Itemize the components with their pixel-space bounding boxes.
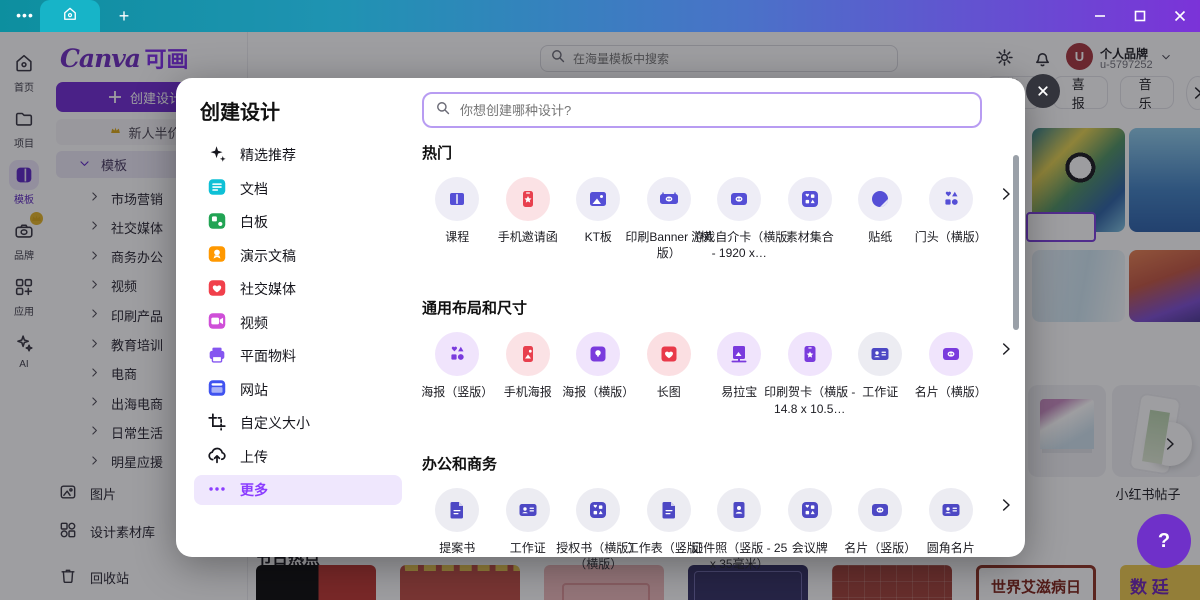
design-type-证件照（竖版 - 25 x 35毫米）[interactable]: 证件照（竖版 - 25 x 35毫米） [704, 488, 775, 572]
modal-content: 热门课程手机邀请函KT板印刷Banner（横版）游戏自介卡（横版 - 1920 … [422, 142, 1002, 600]
design-menu-item-平面物料[interactable]: 平面物料 [194, 341, 402, 371]
social-icon [206, 277, 228, 302]
section-next-button[interactable] [998, 186, 1014, 207]
grid-shapes-icon [788, 177, 832, 221]
browser-menu-dots-icon[interactable]: ••• [10, 6, 40, 26]
design-type-会议牌[interactable]: 会议牌 [775, 488, 846, 572]
doc-fold-icon [435, 488, 479, 532]
design-menu-item-网站[interactable]: 网站 [194, 375, 402, 405]
design-type-素材集合[interactable]: 素材集合 [775, 177, 846, 261]
sparkle-icon [206, 143, 228, 168]
design-menu-item-上传[interactable]: 上传 [194, 442, 402, 472]
modal-close-button[interactable] [1026, 74, 1060, 108]
modal-search-input[interactable] [460, 103, 940, 118]
app-window: ••• + 首页项目模板品牌应用AI Canva 可画 创建设计 新人半价 模板… [0, 0, 1200, 600]
grid-shapes-icon [576, 488, 620, 532]
phone-image-icon [506, 332, 550, 376]
book-icon [435, 177, 479, 221]
id-card-icon [929, 488, 973, 532]
design-menu-item-文档[interactable]: 文档 [194, 174, 402, 204]
modal-title: 创建设计 [200, 96, 280, 125]
wallet-icon [929, 332, 973, 376]
wallet-icon [858, 488, 902, 532]
home-tab-icon [61, 5, 79, 28]
design-type-授权书（横版）（横版）[interactable]: 授权书（横版）（横版） [563, 488, 634, 572]
design-type-名片（竖版）[interactable]: 名片（竖版） [845, 488, 916, 572]
print-icon [206, 344, 228, 369]
modal-section-通用布局和尺寸: 通用布局和尺寸海报（竖版）手机海报海报（横版）长图易拉宝印刷贺卡（横版 - 14… [422, 297, 1002, 416]
design-type-长图[interactable]: 长图 [634, 332, 705, 416]
modal-search-bar[interactable] [422, 92, 982, 128]
design-type-提案书[interactable]: 提案书 [422, 488, 493, 572]
person-card-icon [717, 488, 761, 532]
card-star-icon [788, 332, 832, 376]
section-title: 热门 [422, 142, 1002, 163]
doc-fold-icon [647, 488, 691, 532]
shapes-icon [929, 177, 973, 221]
modal-section-热门: 热门课程手机邀请函KT板印刷Banner（横版）游戏自介卡（横版 - 1920 … [422, 142, 1002, 261]
modal-section-办公和商务: 办公和商务提案书工作证授权书（横版）（横版）工作表（竖版）证件照（竖版 - 25… [422, 453, 1002, 572]
design-menu-item-视频[interactable]: 视频 [194, 308, 402, 338]
id-card-icon [858, 332, 902, 376]
design-menu-item-精选推荐[interactable]: 精选推荐 [194, 140, 402, 170]
design-type-工作证[interactable]: 工作证 [845, 332, 916, 416]
image-icon [576, 177, 620, 221]
rollup-icon [717, 332, 761, 376]
close-window-button[interactable] [1160, 0, 1200, 32]
doc-icon [206, 176, 228, 201]
upload-icon [206, 444, 228, 469]
section-title: 通用布局和尺寸 [422, 297, 1002, 318]
id-card-icon [506, 488, 550, 532]
design-type-手机海报[interactable]: 手机海报 [493, 332, 564, 416]
section-title: 办公和商务 [422, 453, 1002, 474]
design-type-印刷贺卡（横版 - 14.8 x 10.5…[interactable]: 印刷贺卡（横版 - 14.8 x 10.5… [775, 332, 846, 416]
design-type-海报（横版）[interactable]: 海报（横版） [563, 332, 634, 416]
grid-shapes-icon [788, 488, 832, 532]
help-button[interactable]: ? [1137, 514, 1191, 568]
design-type-课程[interactable]: 课程 [422, 177, 493, 261]
video-icon [206, 310, 228, 335]
design-type-门头（横版）[interactable]: 门头（横版） [916, 177, 987, 261]
section-next-button[interactable] [998, 341, 1014, 362]
design-menu-item-演示文稿[interactable]: 演示文稿 [194, 241, 402, 271]
banner-icon [647, 177, 691, 221]
new-tab-button[interactable]: + [112, 4, 136, 28]
more-icon [206, 478, 228, 503]
titlebar: ••• + [0, 0, 1200, 32]
whiteboard-icon [206, 210, 228, 235]
phone-star-icon [506, 177, 550, 221]
design-type-手机邀请函[interactable]: 手机邀请函 [493, 177, 564, 261]
lock-square-icon [576, 332, 620, 376]
design-type-圆角名片[interactable]: 圆角名片 [916, 488, 987, 572]
search-icon [434, 99, 452, 122]
design-menu-item-社交媒体[interactable]: 社交媒体 [194, 274, 402, 304]
minimize-button[interactable] [1080, 0, 1120, 32]
design-menu-item-更多[interactable]: 更多 [194, 475, 402, 505]
create-design-modal: 创建设计 精选推荐文档白板演示文稿社交媒体视频平面物料网站自定义大小上传更多 热… [176, 78, 1025, 557]
design-type-menu: 精选推荐文档白板演示文稿社交媒体视频平面物料网站自定义大小上传更多 [194, 140, 402, 505]
design-menu-item-白板[interactable]: 白板 [194, 207, 402, 237]
wallet-icon [717, 177, 761, 221]
design-type-海报（竖版）[interactable]: 海报（竖版） [422, 332, 493, 416]
resize-icon [206, 411, 228, 436]
active-tab[interactable] [40, 0, 100, 32]
design-type-名片（横版）[interactable]: 名片（横版） [916, 332, 987, 416]
design-menu-item-自定义大小[interactable]: 自定义大小 [194, 408, 402, 438]
sticker-icon [858, 177, 902, 221]
modal-scrollbar[interactable] [1013, 155, 1019, 330]
design-type-贴纸[interactable]: 贴纸 [845, 177, 916, 261]
heart-square-icon [647, 332, 691, 376]
maximize-button[interactable] [1120, 0, 1160, 32]
website-icon [206, 377, 228, 402]
design-type-游戏自介卡（横版 - 1920 x…[interactable]: 游戏自介卡（横版 - 1920 x… [704, 177, 775, 261]
shapes-icon [435, 332, 479, 376]
section-next-button[interactable] [998, 497, 1014, 518]
presentation-icon [206, 243, 228, 268]
